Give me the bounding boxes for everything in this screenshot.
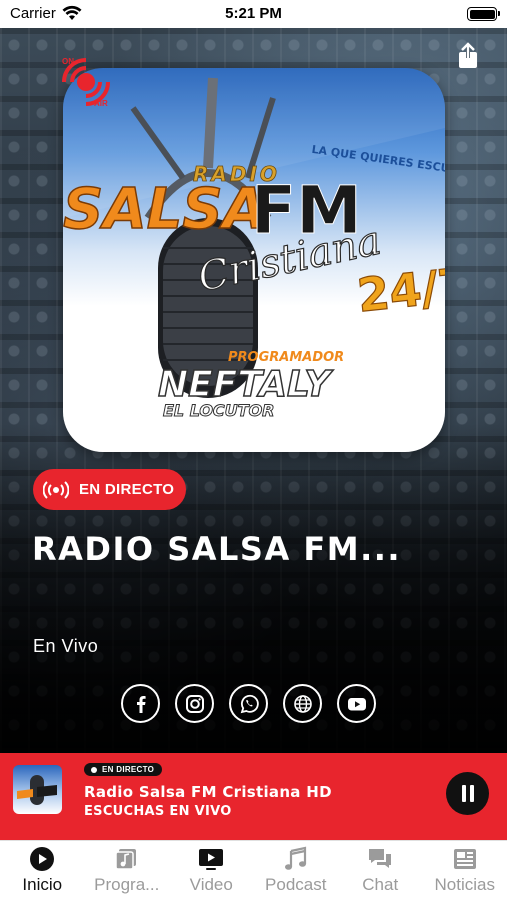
tab-inicio[interactable]: Inicio <box>0 841 85 900</box>
logo-hours: 24/7 <box>355 257 445 322</box>
tab-programacion[interactable]: Progra... <box>85 841 170 900</box>
broadcast-icon <box>43 480 69 499</box>
whatsapp-button[interactable] <box>229 684 268 723</box>
tv-play-icon <box>199 849 224 870</box>
station-logo: RADIO SALSA FM Cristiana LA QUE QUIERES … <box>63 68 445 452</box>
station-subtitle: En Vivo <box>33 636 99 656</box>
facebook-icon <box>136 695 146 713</box>
logo-host-name: NEFTALY <box>158 364 334 405</box>
facebook-button[interactable] <box>121 684 160 723</box>
tab-podcast[interactable]: Podcast <box>254 841 339 900</box>
hero-section: RADIO SALSA FM Cristiana LA QUE QUIERES … <box>0 28 507 753</box>
whatsapp-icon <box>240 694 259 713</box>
pause-button[interactable] <box>446 772 489 815</box>
battery-icon <box>467 7 500 21</box>
instagram-button[interactable] <box>175 684 214 723</box>
mini-player-subtitle: ESCUCHAS EN VIVO <box>84 804 232 819</box>
live-badge-label: EN DIRECTO <box>79 481 175 498</box>
instagram-icon <box>185 694 204 713</box>
mini-player-live-badge: EN DIRECTO <box>84 763 163 776</box>
status-bar: Carrier 5:21 PM <box>0 0 507 28</box>
logo-brand-salsa: SALSA <box>63 177 266 242</box>
mini-player-title: Radio Salsa FM Cristiana HD <box>84 783 332 801</box>
mini-player-artwork <box>13 765 62 814</box>
svg-text:AIR: AIR <box>94 99 108 108</box>
website-button[interactable] <box>283 684 322 723</box>
youtube-icon <box>347 697 366 710</box>
music-note-list-icon <box>115 849 136 870</box>
newspaper-icon <box>453 849 476 869</box>
tab-bar: Inicio Progra... Video Podcast Chat Noti… <box>0 840 507 900</box>
live-badge: EN DIRECTO <box>33 469 186 510</box>
logo-host-role: PROGRAMADOR <box>228 350 344 365</box>
logo-host-title: EL LOCUTOR <box>163 401 275 420</box>
tab-label: Chat <box>362 875 399 894</box>
svg-text:ON: ON <box>62 57 74 66</box>
tab-label: Noticias <box>434 875 495 894</box>
clock: 5:21 PM <box>225 5 282 22</box>
play-circle-icon <box>30 847 55 871</box>
mini-player[interactable]: EN DIRECTO Radio Salsa FM Cristiana HD E… <box>0 753 507 840</box>
tab-label: Podcast <box>265 875 327 894</box>
chat-bubbles-icon <box>369 849 392 868</box>
station-title: RADIO SALSA FM... <box>32 530 402 568</box>
music-notes-icon <box>284 846 306 870</box>
social-links <box>121 684 376 723</box>
tab-label: Video <box>189 875 233 894</box>
youtube-button[interactable] <box>337 684 376 723</box>
globe-icon <box>293 694 312 713</box>
tab-video[interactable]: Video <box>169 841 254 900</box>
on-air-icon: ON AIR <box>62 57 110 108</box>
share-icon[interactable] <box>455 42 481 70</box>
tab-label: Inicio <box>22 875 63 894</box>
tab-chat[interactable]: Chat <box>338 841 423 900</box>
tab-noticias[interactable]: Noticias <box>423 841 507 900</box>
tab-label: Progra... <box>94 875 160 894</box>
